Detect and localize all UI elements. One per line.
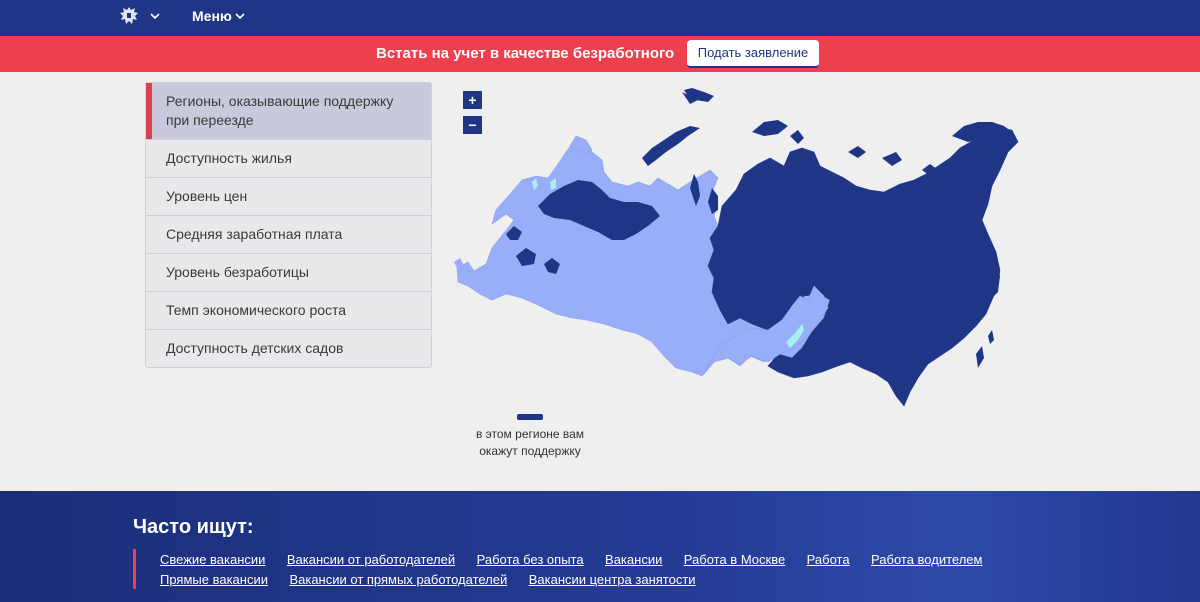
link-driver-jobs[interactable]: Работа водителем xyxy=(871,552,982,567)
popular-search-links: Свежие вакансии Вакансии от работодателе… xyxy=(160,551,1060,591)
link-employer-vacancies[interactable]: Вакансии от работодателей xyxy=(287,552,455,567)
link-vacancies[interactable]: Вакансии xyxy=(605,552,662,567)
link-jobs[interactable]: Работа xyxy=(807,552,850,567)
legend-text: в этом регионе вам окажут поддержку xyxy=(475,427,585,458)
link-direct-employers[interactable]: Вакансии от прямых работодателей xyxy=(289,572,507,587)
chevron-down-icon[interactable] xyxy=(149,10,161,22)
layer-item-housing-affordability[interactable]: Доступность жилья xyxy=(146,140,431,178)
layer-item-price-level[interactable]: Уровень цен xyxy=(146,178,431,216)
links-row-2: Прямые вакансии Вакансии от прямых работ… xyxy=(160,571,1060,591)
menu-button[interactable]: Меню xyxy=(192,8,232,24)
link-fresh-vacancies[interactable]: Свежие вакансии xyxy=(160,552,265,567)
unemployment-registration-banner: Встать на учет в качестве безработного П… xyxy=(0,36,1200,72)
layer-item-average-salary[interactable]: Средняя заработная плата xyxy=(146,216,431,254)
links-row-1: Свежие вакансии Вакансии от работодателе… xyxy=(160,551,1060,571)
footer: Часто ищут: Свежие вакансии Вакансии от … xyxy=(0,491,1200,602)
footer-accent-bar xyxy=(133,549,136,589)
footer-title: Часто ищут: xyxy=(133,516,254,538)
submit-application-button[interactable]: Подать заявление xyxy=(687,40,819,68)
banner-text: Встать на учет в качестве безработного xyxy=(376,45,675,62)
legend-swatch xyxy=(517,414,543,420)
map-region-siberia-far-east-support[interactable] xyxy=(707,127,1019,407)
russia-regions-map[interactable] xyxy=(452,86,1022,416)
layer-item-kindergarten-availability[interactable]: Доступность детских садов xyxy=(146,330,431,367)
top-navigation-bar: Меню xyxy=(0,0,1200,36)
link-employment-center[interactable]: Вакансии центра занятости xyxy=(529,572,696,587)
link-direct-vacancies[interactable]: Прямые вакансии xyxy=(160,572,268,587)
coat-of-arms-icon[interactable] xyxy=(116,4,142,30)
layer-item-relocation-support[interactable]: Регионы, оказывающие поддержку при перее… xyxy=(146,83,431,140)
link-no-experience[interactable]: Работа без опыта xyxy=(477,552,584,567)
layer-item-unemployment-rate[interactable]: Уровень безработицы xyxy=(146,254,431,292)
chevron-down-icon[interactable] xyxy=(234,10,246,22)
map-layer-list: Регионы, оказывающие поддержку при перее… xyxy=(145,82,432,368)
layer-item-economic-growth[interactable]: Темп экономического роста xyxy=(146,292,431,330)
link-moscow-jobs[interactable]: Работа в Москве xyxy=(684,552,785,567)
